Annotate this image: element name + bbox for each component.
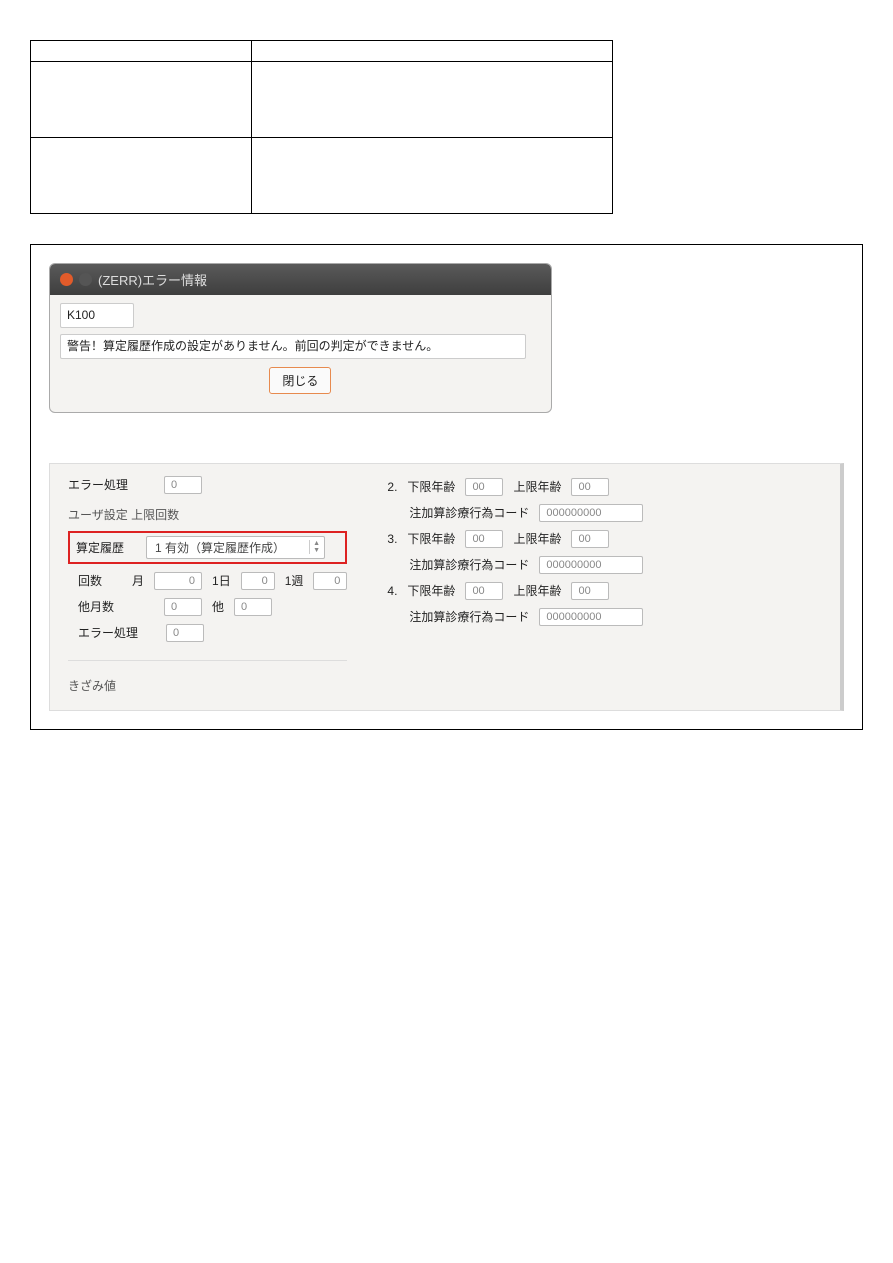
chuu-label: 注加算診療行為コード xyxy=(409,504,529,521)
kagen-input[interactable]: 00 xyxy=(465,478,503,496)
kagen-input[interactable]: 00 xyxy=(465,582,503,600)
error-proc2-input[interactable]: 0 xyxy=(166,624,204,642)
table-cell xyxy=(252,62,613,138)
spinner-icon[interactable]: ▲▼ xyxy=(309,540,320,554)
chuu-label: 注加算診療行為コード xyxy=(409,608,529,625)
row-number: 3. xyxy=(387,532,397,546)
titlebar: (ZERR)エラー情報 xyxy=(50,264,551,295)
santei-highlight: 算定履歴 1 有効（算定履歴作成） ▲▼ xyxy=(68,531,347,564)
table-cell xyxy=(31,138,252,214)
ichiday-label: 1日 xyxy=(212,572,231,589)
error-proc2-label: エラー処理 xyxy=(78,624,138,641)
error-proc-label: エラー処理 xyxy=(68,476,128,493)
right-column: 2. 下限年齢 00 上限年齢 00 注加算診療行為コード 000000000 … xyxy=(387,476,643,694)
age-row: 2. 下限年齢 00 上限年齢 00 xyxy=(387,478,643,496)
kagen-label: 下限年齢 xyxy=(407,478,455,495)
age-row: 4. 下限年齢 00 上限年齢 00 xyxy=(387,582,643,600)
santei-value: 1 有効（算定履歴作成） xyxy=(155,539,285,556)
table-cell xyxy=(252,138,613,214)
kagen-input[interactable]: 00 xyxy=(465,530,503,548)
error-dialog: (ZERR)エラー情報 K100 警告！算定履歴作成の設定がありません。前回の判… xyxy=(49,263,552,413)
ichishuu-input[interactable]: 0 xyxy=(313,572,347,590)
table-cell xyxy=(252,41,613,62)
age-row: 3. 下限年齢 00 上限年齢 00 xyxy=(387,530,643,548)
jougen-input[interactable]: 00 xyxy=(571,582,609,600)
section-header: ユーザ設定 上限回数 xyxy=(68,506,347,523)
jougen-label: 上限年齢 xyxy=(513,530,561,547)
chuu-input[interactable]: 000000000 xyxy=(539,608,643,626)
ichishuu-label: 1週 xyxy=(285,572,304,589)
chuu-input[interactable]: 000000000 xyxy=(539,556,643,574)
kagen-label: 下限年齢 xyxy=(407,582,455,599)
error-message-field: 警告！算定履歴作成の設定がありません。前回の判定ができません。 xyxy=(60,334,526,359)
minimize-icon[interactable] xyxy=(79,273,92,286)
dialog-body: K100 警告！算定履歴作成の設定がありません。前回の判定ができません。 閉じる xyxy=(50,295,551,412)
ta-label: 他 xyxy=(212,598,224,615)
settings-panel: エラー処理 0 ユーザ設定 上限回数 算定履歴 1 有効（算定履歴作成） ▲▼ … xyxy=(49,463,844,711)
error-proc-input[interactable]: 0 xyxy=(164,476,202,494)
tsuki-label: 月 xyxy=(132,572,144,589)
dialog-title: (ZERR)エラー情報 xyxy=(98,270,207,289)
jougen-input[interactable]: 00 xyxy=(571,478,609,496)
ta-input[interactable]: 0 xyxy=(234,598,272,616)
close-icon[interactable] xyxy=(60,273,73,286)
kaisu-label: 回数 xyxy=(78,572,122,589)
error-code-field[interactable]: K100 xyxy=(60,303,134,328)
jougen-label: 上限年齢 xyxy=(513,582,561,599)
chuu-label: 注加算診療行為コード xyxy=(409,556,529,573)
table-cell xyxy=(31,41,252,62)
row-number: 2. xyxy=(387,480,397,494)
divider xyxy=(68,660,347,661)
close-button[interactable]: 閉じる xyxy=(269,367,331,394)
kizami-header: きざみ値 xyxy=(68,677,347,694)
santei-select[interactable]: 1 有効（算定履歴作成） ▲▼ xyxy=(146,536,325,559)
left-column: エラー処理 0 ユーザ設定 上限回数 算定履歴 1 有効（算定履歴作成） ▲▼ … xyxy=(68,476,347,694)
screenshot-container: (ZERR)エラー情報 K100 警告！算定履歴作成の設定がありません。前回の判… xyxy=(30,244,863,730)
ichiday-input[interactable]: 0 xyxy=(241,572,275,590)
santei-label: 算定履歴 xyxy=(76,539,136,556)
row-number: 4. xyxy=(387,584,397,598)
jougen-label: 上限年齢 xyxy=(513,478,561,495)
tagetsu-label: 他月数 xyxy=(78,598,122,615)
kagen-label: 下限年齢 xyxy=(407,530,455,547)
empty-table xyxy=(30,40,613,214)
table-cell xyxy=(31,62,252,138)
chuu-input[interactable]: 000000000 xyxy=(539,504,643,522)
tsuki-input[interactable]: 0 xyxy=(154,572,202,590)
jougen-input[interactable]: 00 xyxy=(571,530,609,548)
tagetsu-input[interactable]: 0 xyxy=(164,598,202,616)
